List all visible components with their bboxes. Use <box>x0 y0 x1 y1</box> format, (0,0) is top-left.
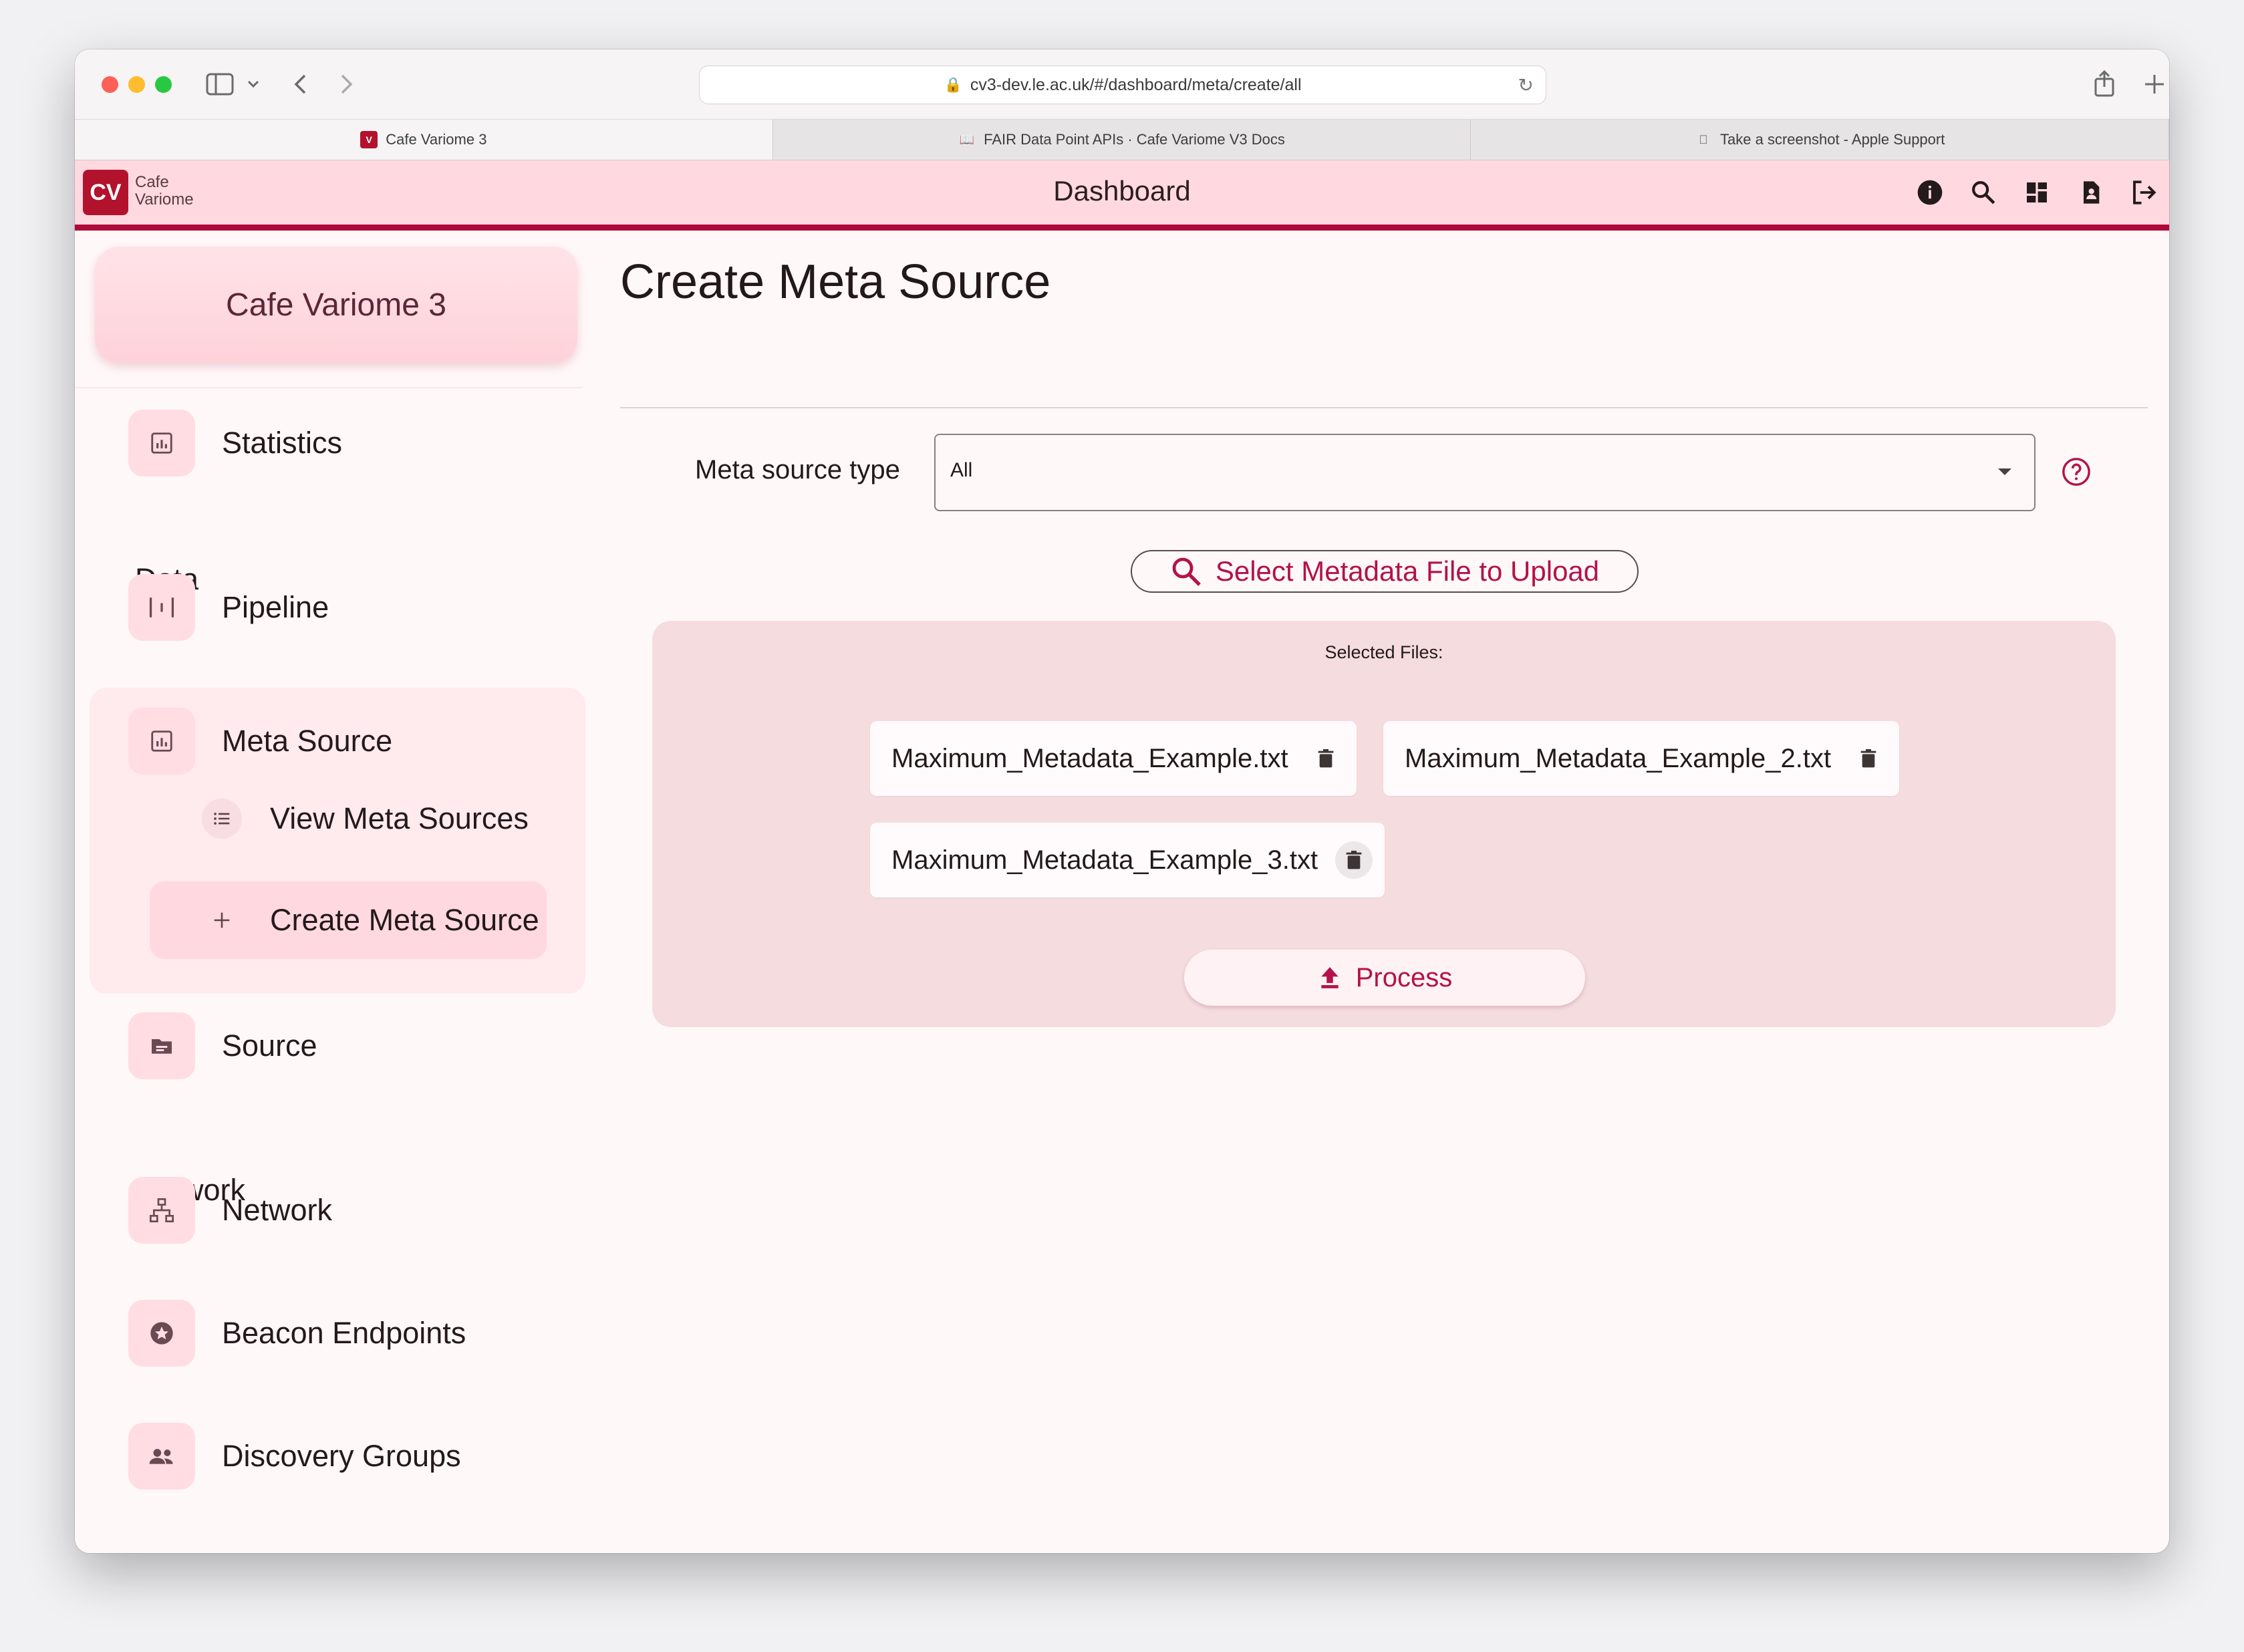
delete-icon[interactable] <box>1335 841 1373 879</box>
tab-cafe-variome[interactable]: V Cafe Variome 3 <box>75 120 773 160</box>
chevron-down-icon[interactable] <box>247 80 259 88</box>
analytics-icon <box>128 708 195 775</box>
help-icon[interactable] <box>2061 456 2092 487</box>
back-icon[interactable] <box>293 74 307 95</box>
sidebar-item-beacon-endpoints[interactable]: Beacon Endpoints <box>128 1300 466 1367</box>
sidebar-toggle-icon[interactable] <box>206 72 234 96</box>
upload-icon <box>1321 967 1339 988</box>
tab-fair-docs[interactable]: 📖 FAIR Data Point APIs · Cafe Variome V3… <box>773 120 1471 160</box>
dropdown-arrow-icon <box>1998 468 2011 475</box>
address-bar[interactable]: 🔒 cv3-dev.le.ac.uk/#/dashboard/meta/crea… <box>699 65 1546 104</box>
lock-icon: 🔒 <box>944 76 962 93</box>
search-icon[interactable] <box>1967 176 1999 209</box>
tab-apple-support[interactable]:  Take a screenshot - Apple Support <box>1471 120 2169 160</box>
sidebar-item-create-meta-source[interactable]: Create Meta Source <box>150 881 547 959</box>
reload-icon[interactable]: ↻ <box>1518 74 1534 96</box>
selected-files-title: Selected Files: <box>1324 642 1443 662</box>
account-icon[interactable] <box>2074 176 2106 209</box>
selected-files-panel: Selected Files: Maximum_Metadata_Example… <box>652 621 2116 1027</box>
file-chip: Maximum_Metadata_Example.txt <box>870 721 1357 796</box>
star-badge-icon <box>128 1300 195 1367</box>
people-icon <box>128 1423 195 1490</box>
tab-label: Take a screenshot - Apple Support <box>1720 131 1945 148</box>
browser-window: 🔒 cv3-dev.le.ac.uk/#/dashboard/meta/crea… <box>75 49 2169 1553</box>
divider <box>620 407 2148 408</box>
tab-label: Cafe Variome 3 <box>386 131 487 148</box>
app-title: Dashboard <box>1053 175 1191 206</box>
sidebar-item-pipeline[interactable]: Pipeline <box>128 574 329 641</box>
close-window-button[interactable] <box>102 76 118 93</box>
new-tab-icon[interactable] <box>2144 74 2165 95</box>
sidebar-item-label: Pipeline <box>222 590 329 624</box>
sidebar-item-label: Meta Source <box>222 724 393 758</box>
delete-icon[interactable] <box>1307 740 1345 777</box>
meta-source-type-select[interactable]: All <box>934 434 2036 511</box>
button-label: Process <box>1355 962 1453 992</box>
zoom-window-button[interactable] <box>155 76 172 93</box>
logout-icon[interactable] <box>2128 176 2160 209</box>
sidebar-item-label: Discovery Groups <box>222 1439 461 1473</box>
sidebar-item-label: Create Meta Source <box>270 903 539 937</box>
apple-icon:  <box>1695 131 1712 148</box>
sidebar-item-statistics[interactable]: Statistics <box>128 410 342 476</box>
button-label: Select Metadata File to Upload <box>1215 555 1600 587</box>
browser-toolbar: 🔒 cv3-dev.le.ac.uk/#/dashboard/meta/crea… <box>75 49 2169 120</box>
pipeline-icon <box>128 574 195 641</box>
sidebar-item-meta-source[interactable]: Meta Source <box>128 708 392 775</box>
divider <box>75 387 583 388</box>
select-metadata-file-button[interactable]: Select Metadata File to Upload <box>1131 550 1639 593</box>
sidebar-item-label: Network <box>222 1193 333 1227</box>
sidebar-item-network[interactable]: Network <box>128 1177 332 1244</box>
sidebar-item-label: Source <box>222 1028 317 1063</box>
add-icon <box>202 900 242 940</box>
file-name: Maximum_Metadata_Example_2.txt <box>1405 743 1832 773</box>
file-chip: Maximum_Metadata_Example_3.txt <box>870 823 1385 898</box>
dashboard-icon[interactable] <box>2021 176 2053 209</box>
book-icon: 📖 <box>959 132 975 146</box>
sidebar-brand[interactable]: Cafe Variome 3 <box>95 247 577 363</box>
sidebar-item-label: Statistics <box>222 426 343 460</box>
list-icon <box>202 799 242 839</box>
search-icon <box>1172 557 1201 586</box>
meta-source-type-label: Meta source type <box>695 455 900 485</box>
sidebar-item-label: Beacon Endpoints <box>222 1316 466 1350</box>
file-name: Maximum_Metadata_Example.txt <box>891 743 1288 773</box>
browser-tab-bar: V Cafe Variome 3 📖 FAIR Data Point APIs … <box>75 120 2169 160</box>
meta-source-group: Meta Source View Meta Sources Create Met… <box>90 688 585 994</box>
minimize-window-button[interactable] <box>128 76 145 93</box>
main-content: Create Meta Source Meta source type All … <box>620 231 2169 1553</box>
sidebar-item-discovery-groups[interactable]: Discovery Groups <box>128 1423 461 1490</box>
selected-value: All <box>950 459 973 481</box>
cafe-variome-favicon-icon: V <box>360 131 378 148</box>
network-icon <box>128 1177 195 1244</box>
sidebar-item-label: View Meta Sources <box>270 801 529 835</box>
sidebar: Cafe Variome 3 Statistics Data Pipeline … <box>75 231 585 1553</box>
delete-icon[interactable] <box>1850 740 1887 777</box>
app-header: CV Cafe Variome Dashboard <box>75 160 2169 231</box>
share-icon[interactable] <box>2093 70 2116 98</box>
tab-label: FAIR Data Point APIs · Cafe Variome V3 D… <box>984 131 1285 148</box>
info-icon[interactable] <box>1914 176 1946 209</box>
page-title: Create Meta Source <box>620 255 1051 309</box>
file-chip: Maximum_Metadata_Example_2.txt <box>1383 721 1899 796</box>
sidebar-item-view-meta-sources[interactable]: View Meta Sources <box>202 780 529 857</box>
file-name: Maximum_Metadata_Example_3.txt <box>891 845 1318 875</box>
analytics-icon <box>128 410 195 476</box>
process-button[interactable]: Process <box>1184 950 1585 1006</box>
url-text: cv3-dev.le.ac.uk/#/dashboard/meta/create… <box>970 75 1302 94</box>
sidebar-item-source[interactable]: Source <box>128 1012 317 1079</box>
forward-icon[interactable] <box>339 74 354 95</box>
folder-icon <box>128 1012 195 1079</box>
